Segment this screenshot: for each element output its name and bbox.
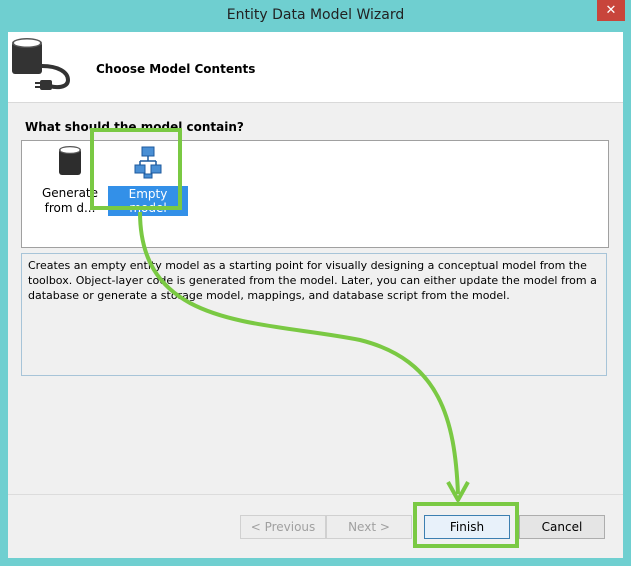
wizard-window: Entity Data Model Wizard ✕ Choose Model …	[0, 0, 631, 566]
close-button[interactable]: ✕	[597, 0, 625, 21]
database-icon	[59, 146, 81, 175]
highlight-finish	[413, 502, 519, 548]
window-title: Entity Data Model Wizard	[226, 7, 405, 23]
highlight-empty-model	[90, 128, 182, 210]
database-plug-icon	[12, 38, 71, 90]
next-button[interactable]: Next >	[326, 515, 412, 539]
title-bar: Entity Data Model Wizard ✕	[0, 0, 631, 32]
page-title: Choose Model Contents	[96, 62, 256, 76]
header-band: Choose Model Contents	[8, 32, 623, 103]
description-text: Creates an empty entity model as a start…	[21, 253, 607, 376]
cancel-button[interactable]: Cancel	[519, 515, 605, 539]
footer-divider	[8, 494, 623, 495]
wizard-client: Choose Model Contents What should the mo…	[8, 32, 623, 558]
previous-button[interactable]: < Previous	[240, 515, 326, 539]
